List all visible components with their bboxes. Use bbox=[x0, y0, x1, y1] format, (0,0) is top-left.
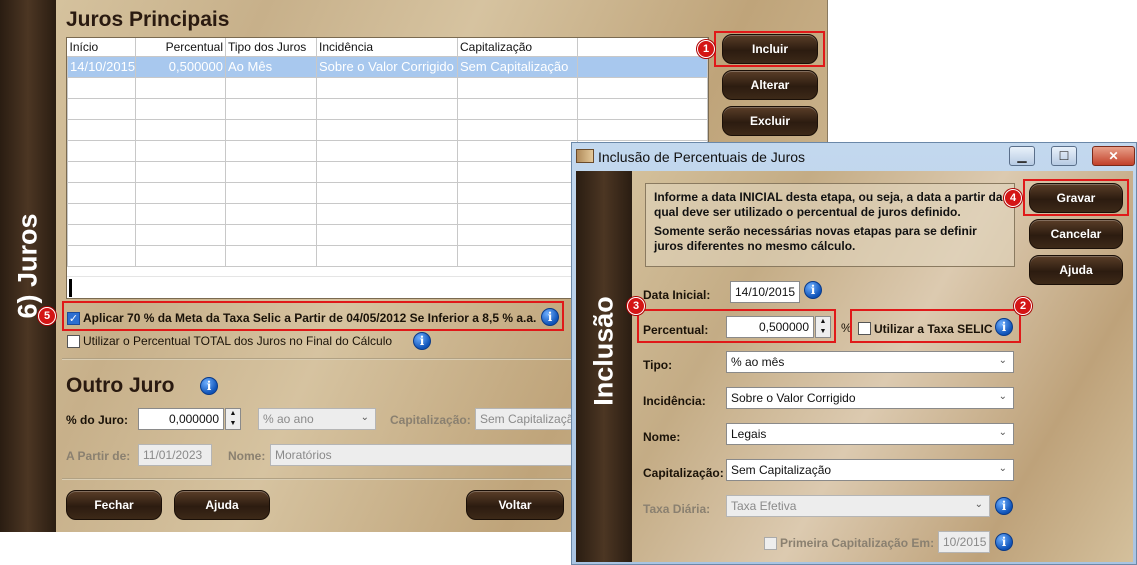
info-icon[interactable]: i bbox=[541, 308, 559, 326]
pct-juro-label: % do Juro: bbox=[66, 413, 128, 427]
apartir-input[interactable]: 11/01/2023 bbox=[138, 444, 212, 466]
sidebar-label: 6) Juros bbox=[12, 213, 43, 319]
table-cell: 0,500000 bbox=[135, 55, 226, 78]
excluir-button[interactable]: Excluir bbox=[722, 106, 818, 136]
info-icon[interactable]: i bbox=[804, 281, 822, 299]
table-header-row: Início Percentual Tipo dos Juros Incidên… bbox=[67, 38, 708, 56]
incidencia-label: Incidência: bbox=[643, 394, 706, 408]
cancelar-button[interactable]: Cancelar bbox=[1029, 219, 1123, 249]
column-header-percentual[interactable]: Percentual bbox=[135, 38, 226, 56]
table-cell bbox=[577, 55, 708, 78]
outro-nome-input[interactable]: Moratórios bbox=[270, 444, 575, 466]
percentual-input[interactable]: 0,500000 bbox=[726, 316, 814, 338]
sidebar-strip: 6) Juros bbox=[0, 0, 56, 532]
capitalizacao-label: Capitalização: bbox=[643, 466, 724, 480]
info-icon[interactable]: i bbox=[995, 497, 1013, 515]
dialog-sidebar-label: Inclusão bbox=[588, 296, 619, 406]
maximize-button[interactable]: ☐ bbox=[1051, 146, 1077, 166]
outro-tipo-select[interactable]: % ao ano ⌄ bbox=[258, 408, 376, 430]
step-badge-5: 5 bbox=[38, 307, 56, 325]
apartir-label: A Partir de: bbox=[66, 449, 131, 463]
dialog-body: Inclusão Informe a data INICIAL desta et… bbox=[576, 171, 1133, 562]
taxa-diaria-select[interactable]: Taxa Efetiva ⌄ bbox=[726, 495, 990, 517]
column-header-inicio[interactable]: Início bbox=[67, 38, 136, 56]
table-row-empty[interactable] bbox=[67, 118, 708, 141]
table-cell: Ao Mês bbox=[225, 55, 317, 78]
chevron-down-icon: ⌄ bbox=[998, 355, 1007, 366]
dialog-sidebar-strip: Inclusão bbox=[576, 171, 632, 562]
table-row-empty[interactable] bbox=[67, 97, 708, 120]
incluir-button[interactable]: Incluir bbox=[722, 34, 818, 64]
chevron-down-icon: ⌄ bbox=[360, 412, 369, 423]
chevron-down-icon: ⌄ bbox=[998, 391, 1007, 402]
step-badge-2: 2 bbox=[1014, 297, 1032, 315]
percentual-stepper[interactable]: ▲ ▼ bbox=[815, 316, 831, 338]
info-icon[interactable]: i bbox=[200, 377, 218, 395]
selic-rule-checkbox[interactable]: ✓ bbox=[67, 312, 80, 325]
pct-juro-input[interactable]: 0,000000 bbox=[138, 408, 224, 430]
column-header-tipo[interactable]: Tipo dos Juros bbox=[225, 38, 317, 56]
column-header-capitalizacao[interactable]: Capitalização bbox=[457, 38, 578, 56]
outro-nome-label: Nome: bbox=[228, 449, 266, 463]
selic-checkbox-label: Utilizar a Taxa SELIC bbox=[874, 322, 993, 336]
instruction-note: Informe a data INICIAL desta etapa, ou s… bbox=[645, 183, 1015, 267]
pct-juro-stepper[interactable]: ▲ ▼ bbox=[225, 408, 241, 430]
data-inicial-input[interactable]: 14/10/2015 bbox=[730, 281, 800, 303]
outro-cap-label: Capitalização: bbox=[390, 413, 471, 427]
data-inicial-label: Data Inicial: bbox=[643, 288, 711, 302]
voltar-button[interactable]: Voltar bbox=[466, 490, 564, 520]
table-cell: Sem Capitalização bbox=[457, 55, 578, 78]
minimize-button[interactable]: ▁ bbox=[1009, 146, 1035, 166]
incidencia-select[interactable]: Sobre o Valor Corrigido ⌄ bbox=[726, 387, 1014, 409]
ajuda-button[interactable]: Ajuda bbox=[174, 490, 270, 520]
chevron-down-icon: ⌄ bbox=[998, 463, 1007, 474]
table-cell: 14/10/2015 bbox=[67, 55, 136, 78]
nome-label: Nome: bbox=[643, 430, 681, 444]
gravar-button[interactable]: Gravar bbox=[1029, 183, 1123, 213]
nome-select[interactable]: Legais ⌄ bbox=[726, 423, 1014, 445]
info-icon[interactable]: i bbox=[995, 318, 1013, 336]
selic-checkbox[interactable] bbox=[858, 322, 871, 335]
section-title-outro-juro: Outro Juro bbox=[66, 374, 175, 397]
close-button[interactable]: ✕ bbox=[1092, 146, 1135, 166]
maximize-icon: ☐ bbox=[1058, 149, 1070, 163]
step-badge-1: 1 bbox=[697, 40, 715, 58]
app-icon bbox=[576, 149, 594, 163]
note-text: Informe a data INICIAL desta etapa, ou s… bbox=[654, 190, 1003, 219]
percentual-label: Percentual: bbox=[643, 323, 709, 337]
primeira-cap-checkbox[interactable] bbox=[764, 537, 777, 550]
minimize-icon: ▁ bbox=[1017, 149, 1027, 163]
chevron-down-icon: ⌄ bbox=[998, 427, 1007, 438]
info-icon[interactable]: i bbox=[995, 533, 1013, 551]
outro-cap-select[interactable]: Sem Capitalização bbox=[475, 408, 575, 430]
note-text: Somente serão necessárias novas etapas p… bbox=[654, 224, 977, 253]
column-header-incidencia[interactable]: Incidência bbox=[316, 38, 458, 56]
chevron-down-icon: ⌄ bbox=[974, 499, 983, 510]
table-row[interactable]: 14/10/2015 0,500000 Ao Mês Sobre o Valor… bbox=[67, 55, 708, 78]
step-badge-4: 4 bbox=[1004, 189, 1022, 207]
selic-rule-label: Aplicar 70 % da Meta da Taxa Selic a Par… bbox=[83, 311, 537, 325]
tipo-label: Tipo: bbox=[643, 358, 673, 372]
taxa-diaria-label: Taxa Diária: bbox=[643, 502, 711, 516]
close-icon: ✕ bbox=[1108, 149, 1119, 163]
primeira-cap-label: Primeira Capitalização Em: bbox=[780, 536, 935, 550]
total-percent-label: Utilizar o Percentual TOTAL dos Juros no… bbox=[83, 334, 393, 348]
info-icon[interactable]: i bbox=[413, 332, 431, 350]
inclusao-dialog: Inclusão de Percentuais de Juros ▁ ☐ ✕ I… bbox=[571, 142, 1137, 565]
fechar-button[interactable]: Fechar bbox=[66, 490, 162, 520]
dialog-title-bar[interactable]: Inclusão de Percentuais de Juros ▁ ☐ ✕ bbox=[572, 143, 1136, 171]
alterar-button[interactable]: Alterar bbox=[722, 70, 818, 100]
dialog-title: Inclusão de Percentuais de Juros bbox=[598, 149, 806, 165]
step-badge-3: 3 bbox=[627, 297, 645, 315]
primeira-cap-input[interactable]: 10/2015 bbox=[938, 531, 990, 553]
dialog-ajuda-button[interactable]: Ajuda bbox=[1029, 255, 1123, 285]
capitalizacao-select[interactable]: Sem Capitalização ⌄ bbox=[726, 459, 1014, 481]
tipo-select[interactable]: % ao mês ⌄ bbox=[726, 351, 1014, 373]
table-cell: Sobre o Valor Corrigido bbox=[316, 55, 458, 78]
column-header-empty bbox=[577, 38, 708, 56]
section-title-juros-principais: Juros Principais bbox=[66, 8, 230, 31]
total-percent-checkbox[interactable] bbox=[67, 335, 80, 348]
table-row-empty[interactable] bbox=[67, 76, 708, 99]
